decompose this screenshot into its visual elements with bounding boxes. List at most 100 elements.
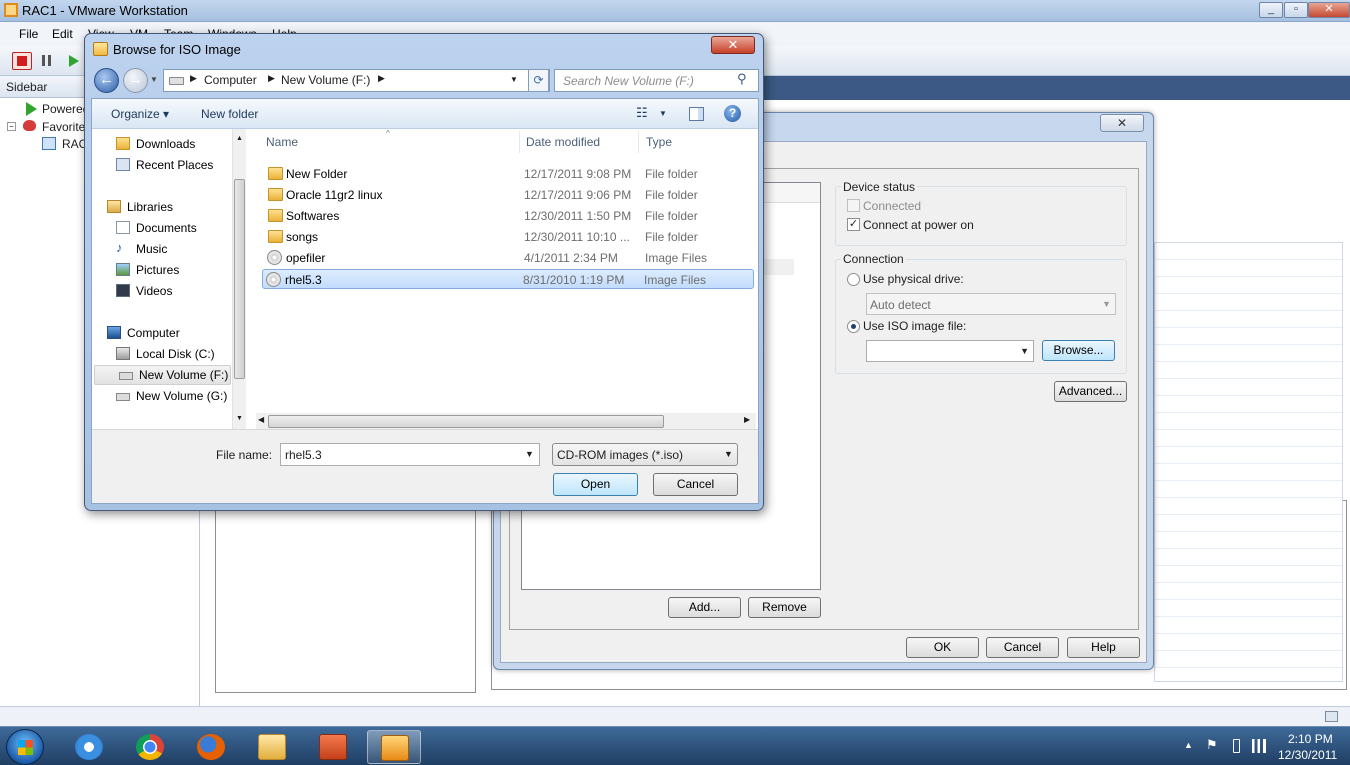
sort-ascending-icon: ^ — [386, 129, 390, 138]
menu-file[interactable]: File — [19, 27, 38, 41]
maximize-button[interactable]: ▫ — [1284, 2, 1308, 18]
play-icon — [69, 55, 79, 67]
navigation-scrollbar[interactable]: ▲ ▼ — [232, 129, 246, 429]
search-input[interactable]: Search New Volume (F:) ⚲ — [554, 69, 759, 92]
help-button[interactable]: Help — [1067, 637, 1140, 658]
file-name-history-dropdown[interactable]: ▼ — [525, 449, 534, 459]
nav-item-videos[interactable]: Videos — [112, 282, 230, 300]
nav-item-music[interactable]: ♪ Music — [112, 240, 230, 258]
nav-item-libraries[interactable]: Libraries — [103, 198, 230, 216]
settings-close-button[interactable]: ✕ — [1100, 114, 1144, 132]
dialog-title: Browse for ISO Image — [113, 42, 241, 57]
power-on-button[interactable] — [64, 52, 84, 70]
new-folder-button[interactable]: New folder — [201, 107, 258, 121]
cancel-button[interactable]: Cancel — [653, 473, 738, 496]
nav-item-new-volume-f[interactable]: New Volume (F:) — [94, 365, 231, 385]
show-hidden-icons[interactable]: ▲ — [1184, 740, 1193, 750]
taskbar-powerpoint[interactable] — [306, 730, 360, 764]
device-status-group — [835, 186, 1127, 246]
sidebar-item-favorites[interactable]: Favorite — [42, 120, 85, 134]
breadcrumb-computer[interactable]: Computer — [204, 73, 257, 87]
recent-pages-dropdown[interactable]: ▼ — [150, 75, 158, 84]
taskbar-firefox[interactable] — [184, 730, 238, 764]
file-row-opefiler[interactable]: opefiler 4/1/2011 2:34 PM Image Files — [264, 248, 756, 268]
preview-pane-icon[interactable] — [689, 107, 704, 121]
file-row-songs[interactable]: songs 12/30/2011 10:10 ... File folder — [264, 227, 756, 247]
remove-hardware-button[interactable]: Remove — [748, 597, 821, 618]
search-icon[interactable]: ⚲ — [737, 71, 747, 87]
folder-icon — [268, 167, 283, 180]
iso-path-select[interactable]: ▼ — [866, 340, 1034, 362]
column-name[interactable]: Name — [266, 135, 298, 149]
connect-power-checkbox[interactable]: ✓ — [847, 218, 860, 231]
connected-label: Connected — [863, 199, 922, 213]
file-name-input[interactable]: rhel5.3 ▼ — [280, 443, 540, 466]
nav-item-documents[interactable]: Documents — [112, 219, 230, 237]
start-button[interactable] — [6, 729, 44, 765]
sidebar-item-powered[interactable]: Powered — [42, 102, 89, 116]
navigation-scroll-thumb[interactable] — [234, 179, 245, 379]
horizontal-scroll-thumb[interactable] — [268, 415, 664, 428]
refresh-button[interactable]: ⟳ — [528, 69, 549, 92]
message-log-icon[interactable] — [1325, 711, 1338, 722]
nav-item-recent-places[interactable]: Recent Places — [112, 156, 230, 174]
file-type-select[interactable]: CD-ROM images (*.iso) ▼ — [552, 443, 738, 466]
add-hardware-button[interactable]: Add... — [668, 597, 741, 618]
breadcrumb-new-volume[interactable]: New Volume (F:) — [281, 73, 370, 87]
taskbar-chrome[interactable] — [123, 730, 177, 764]
taskbar-explorer[interactable] — [245, 730, 299, 764]
help-icon[interactable]: ? — [724, 105, 741, 122]
pause-icon — [42, 55, 45, 66]
collapse-icon[interactable]: − — [7, 122, 16, 131]
column-date-modified[interactable]: Date modified — [526, 135, 600, 149]
file-row-rhel53[interactable]: rhel5.3 8/31/2010 1:19 PM Image Files — [262, 269, 754, 289]
clock-date[interactable]: 12/30/2011 — [1278, 748, 1337, 762]
stop-vm-button[interactable] — [12, 52, 32, 70]
iso-image-radio[interactable] — [847, 320, 860, 333]
browse-button[interactable]: Browse... — [1042, 340, 1115, 361]
nav-item-downloads[interactable]: Downloads — [112, 135, 230, 153]
forward-button[interactable]: → — [123, 68, 148, 93]
scroll-down-icon[interactable]: ▼ — [236, 415, 243, 422]
folder-icon — [268, 230, 283, 243]
physical-drive-radio[interactable] — [847, 273, 860, 286]
change-view-icon[interactable]: ☷ — [636, 105, 648, 121]
scroll-right-icon[interactable]: ▶ — [744, 415, 750, 424]
nav-item-new-volume-g[interactable]: New Volume (G:) — [112, 387, 230, 405]
nav-item-local-disk-c[interactable]: Local Disk (C:) — [112, 345, 230, 363]
organize-button[interactable]: Organize ▾ — [111, 107, 169, 121]
close-window-button[interactable]: ✕ — [1308, 2, 1350, 18]
powered-on-icon — [26, 102, 37, 116]
taskbar-vmware[interactable] — [367, 730, 421, 764]
back-button[interactable]: ← — [94, 68, 119, 93]
nav-item-computer[interactable]: Computer — [103, 324, 230, 342]
scroll-left-icon[interactable]: ◀ — [258, 415, 264, 424]
ok-button[interactable]: OK — [906, 637, 979, 658]
file-row-softwares[interactable]: Softwares 12/30/2011 1:50 PM File folder — [264, 206, 756, 226]
forward-arrow-icon: → — [128, 71, 143, 88]
minimize-button[interactable]: _ — [1259, 2, 1283, 18]
file-list-hscrollbar[interactable]: ◀ ▶ — [256, 413, 756, 430]
suspend-vm-button[interactable] — [38, 52, 58, 70]
nav-item-pictures[interactable]: Pictures — [112, 261, 230, 279]
network-icon[interactable] — [1252, 739, 1266, 753]
column-type[interactable]: Type — [646, 135, 672, 149]
scroll-up-icon[interactable]: ▲ — [236, 135, 243, 142]
music-icon: ♪ — [116, 240, 123, 255]
dialog-body: Organize ▾ New folder ☷ ▼ ? Downloads Re… — [91, 98, 759, 504]
disk-icon — [116, 347, 130, 360]
file-row-new-folder[interactable]: New Folder 12/17/2011 9:08 PM File folde… — [264, 164, 756, 184]
view-options-dropdown[interactable]: ▼ — [659, 109, 667, 118]
address-history-dropdown[interactable]: ▼ — [510, 75, 518, 84]
menu-edit[interactable]: Edit — [52, 27, 73, 41]
settings-cancel-button[interactable]: Cancel — [986, 637, 1059, 658]
file-row-oracle[interactable]: Oracle 11gr2 linux 12/17/2011 9:06 PM Fi… — [264, 185, 756, 205]
dialog-close-button[interactable]: ✕ — [711, 36, 755, 54]
taskbar-internet-explorer[interactable] — [62, 730, 116, 764]
clock-time[interactable]: 2:10 PM — [1288, 732, 1333, 746]
battery-icon[interactable] — [1233, 739, 1240, 753]
advanced-button[interactable]: Advanced... — [1054, 381, 1127, 402]
breadcrumb[interactable]: ▶ Computer ▶ New Volume (F:) ▶ ▼ — [163, 69, 550, 92]
action-center-icon[interactable]: ⚑ — [1206, 737, 1218, 753]
open-button[interactable]: Open — [553, 473, 638, 496]
